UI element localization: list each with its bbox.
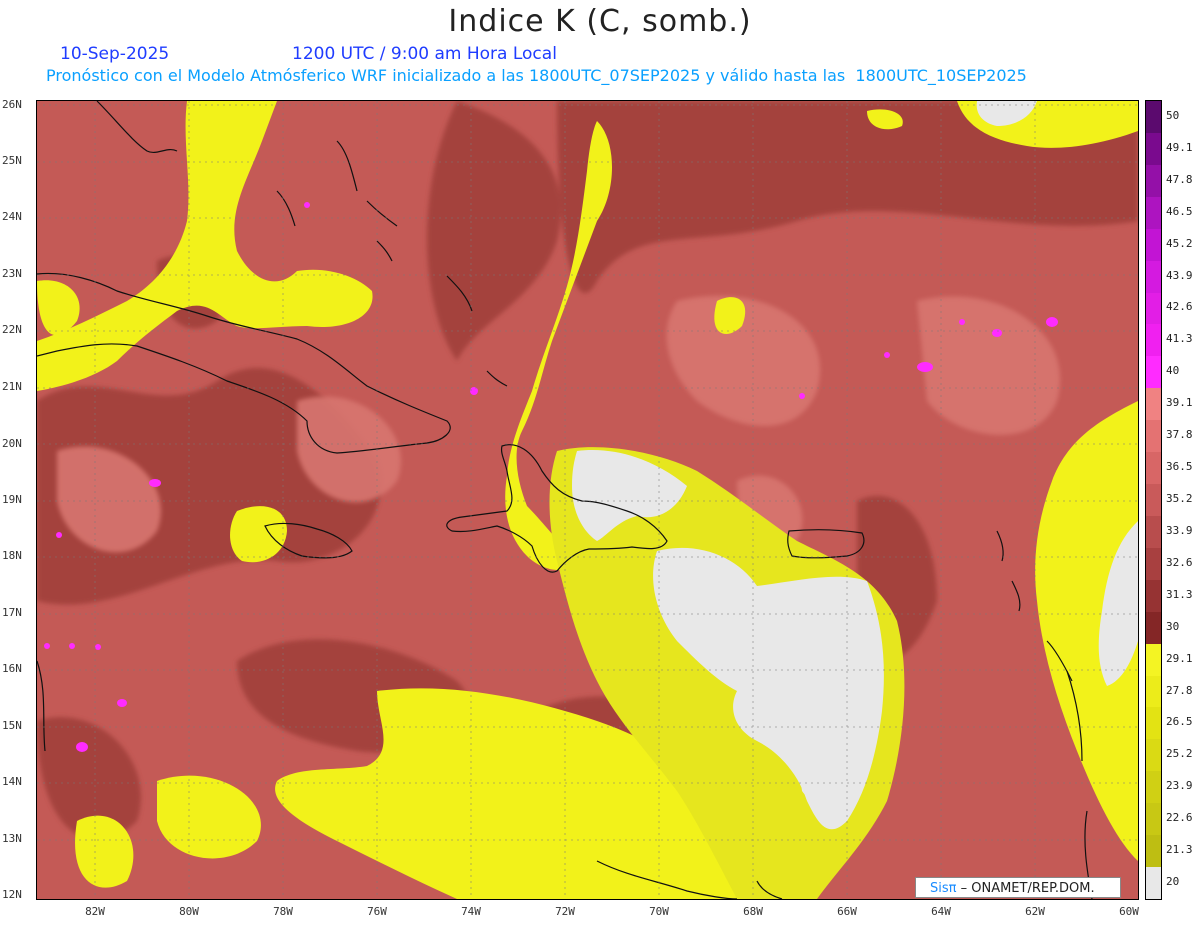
colorbar-label: 25.2	[1166, 747, 1193, 761]
colorbar-swatch	[1146, 484, 1161, 517]
lon-label: 64W	[931, 905, 951, 918]
colorbar-swatch	[1146, 515, 1161, 549]
colorbar-label: 50	[1166, 108, 1180, 122]
lon-label: 68W	[743, 905, 763, 918]
colorbar-label: 26.5	[1166, 715, 1193, 729]
lat-label: 15N	[2, 719, 22, 732]
forecast-subtitle: Pronóstico con el Modelo Atmósferico WRF…	[46, 66, 1027, 85]
lat-label: 17N	[2, 606, 22, 619]
colorbar-label: 47.8	[1166, 172, 1193, 186]
map-title: Indice K (C, somb.)	[448, 4, 752, 39]
colorbar-label: 39.1	[1166, 396, 1193, 410]
colorbar-swatch	[1146, 292, 1161, 325]
colorbar-label: 21.3	[1166, 843, 1193, 857]
colorbar-label: 43.9	[1166, 268, 1193, 282]
date-label: 10-Sep-2025	[60, 44, 170, 64]
credit-text: – ONAMET/REP.DOM.	[960, 881, 1095, 896]
colorbar-swatch	[1146, 579, 1161, 613]
lat-label: 23N	[2, 267, 22, 280]
colorbar-label: 20	[1166, 875, 1180, 889]
lat-label: 26N	[2, 98, 22, 111]
lat-label: 16N	[2, 662, 22, 675]
lon-label: 80W	[179, 905, 199, 918]
colorbar-swatch	[1146, 164, 1161, 198]
colorbar-label: 32.6	[1166, 555, 1193, 569]
colorbar-label: 49.1	[1166, 140, 1193, 154]
credit-box: Sisπ – ONAMET/REP.DOM.	[915, 877, 1121, 898]
lat-label: 18N	[2, 549, 22, 562]
colorbar-swatch	[1146, 707, 1161, 740]
credit-brand: Sisπ	[930, 881, 957, 896]
lat-label: 24N	[2, 210, 22, 223]
colorbar-label: 40	[1166, 364, 1180, 378]
colorbar-label: 31.3	[1166, 587, 1193, 601]
colorbar-swatch	[1146, 739, 1161, 772]
lat-label: 20N	[2, 437, 22, 450]
lon-label: 62W	[1025, 905, 1045, 918]
colorbar-label: 30	[1166, 619, 1180, 633]
lat-label: 13N	[2, 832, 22, 845]
lon-label: 74W	[461, 905, 481, 918]
lon-label: 66W	[837, 905, 857, 918]
colorbar-swatch	[1146, 356, 1161, 389]
colorbar-label: 45.2	[1166, 236, 1193, 250]
colorbar-swatch	[1146, 867, 1161, 900]
map-canvas	[37, 101, 1138, 899]
colorbar-swatch	[1146, 196, 1161, 230]
colorbar-label: 22.6	[1166, 811, 1193, 825]
lat-label: 14N	[2, 775, 22, 788]
colorbar-swatch	[1146, 835, 1161, 868]
colorbar-label: 23.9	[1166, 779, 1193, 793]
lat-label: 25N	[2, 154, 22, 167]
colorbar-swatch	[1146, 228, 1161, 262]
colorbar-label: 46.5	[1166, 204, 1193, 218]
colorbar-swatch	[1146, 132, 1161, 166]
colorbar	[1145, 100, 1162, 900]
colorbar-label: 42.6	[1166, 300, 1193, 314]
lat-label: 21N	[2, 380, 22, 393]
lon-label: 70W	[649, 905, 669, 918]
lat-label: 12N	[2, 888, 22, 901]
k-index-map	[36, 100, 1139, 900]
colorbar-swatch	[1146, 388, 1161, 421]
colorbar-swatch	[1146, 643, 1161, 677]
colorbar-swatch	[1146, 420, 1161, 453]
lon-label: 60W	[1119, 905, 1139, 918]
colorbar-swatch	[1146, 324, 1161, 357]
time-label: 1200 UTC / 9:00 am Hora Local	[292, 44, 557, 64]
lon-label: 82W	[85, 905, 105, 918]
colorbar-swatch	[1146, 260, 1161, 293]
colorbar-swatch	[1146, 101, 1161, 134]
colorbar-label: 35.2	[1166, 492, 1193, 505]
colorbar-label: 36.5	[1166, 460, 1193, 474]
colorbar-swatch	[1146, 771, 1161, 804]
colorbar-swatch	[1146, 452, 1161, 485]
lat-label: 22N	[2, 323, 22, 336]
colorbar-label: 29.1	[1166, 651, 1193, 665]
colorbar-swatch	[1146, 675, 1161, 708]
colorbar-label: 37.8	[1166, 428, 1193, 442]
colorbar-swatch	[1146, 547, 1161, 581]
lon-label: 76W	[367, 905, 387, 918]
colorbar-label: 33.9	[1166, 523, 1193, 537]
lon-label: 78W	[273, 905, 293, 918]
lon-label: 72W	[555, 905, 575, 918]
colorbar-label: 41.3	[1166, 332, 1193, 346]
colorbar-swatch	[1146, 803, 1161, 836]
lat-label: 19N	[2, 493, 22, 506]
colorbar-label: 27.8	[1166, 683, 1193, 697]
colorbar-swatch	[1146, 611, 1161, 645]
